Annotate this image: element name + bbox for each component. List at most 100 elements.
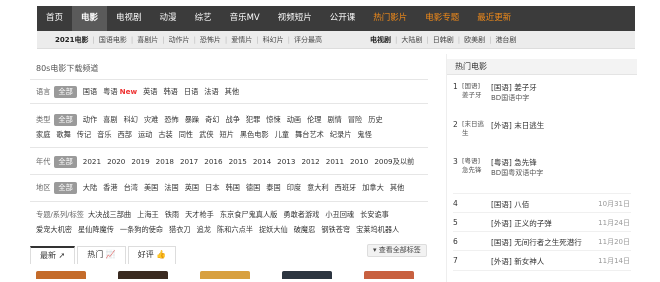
filter-option[interactable]: 灾难 bbox=[144, 115, 158, 125]
filter-option[interactable]: 法语 bbox=[204, 87, 218, 97]
filter-option[interactable]: 全部 bbox=[54, 181, 77, 194]
nav-tv[interactable]: 电视剧 bbox=[107, 6, 151, 31]
filter-option[interactable]: 国语 bbox=[83, 87, 97, 97]
filter-option[interactable]: 日语 bbox=[184, 87, 198, 97]
filter-option[interactable]: 意大利 bbox=[307, 183, 329, 193]
topic-link[interactable]: 东京食尸鬼真人版 bbox=[220, 210, 278, 220]
movie-title-link[interactable]: [外语] 末日逃生 bbox=[491, 120, 544, 131]
movie-title-link[interactable]: [国语] 八佰 bbox=[491, 199, 529, 210]
nav-topics[interactable]: 电影专题 bbox=[416, 6, 468, 31]
filter-option[interactable]: 法国 bbox=[164, 183, 178, 193]
filter-option[interactable]: 粤语 bbox=[103, 87, 117, 97]
topic-link[interactable]: 天才枪手 bbox=[185, 210, 214, 220]
filter-option[interactable]: 冒险 bbox=[348, 115, 362, 125]
movie-thumbnail[interactable]: [粤语]急先锋 bbox=[462, 157, 486, 177]
topic-link[interactable]: 追龙 bbox=[197, 225, 211, 235]
topic-link[interactable]: 铁雨 bbox=[165, 210, 179, 220]
nav-anime[interactable]: 动漫 bbox=[151, 6, 186, 31]
filter-option[interactable]: 2011 bbox=[326, 157, 344, 166]
topic-link[interactable]: 宝莱坞机器人 bbox=[356, 225, 399, 235]
topic-link[interactable]: 上海王 bbox=[137, 210, 159, 220]
nav-variety[interactable]: 综艺 bbox=[186, 6, 221, 31]
subnav-tv[interactable]: 电视剧 bbox=[366, 35, 395, 45]
filter-option[interactable]: 大陆 bbox=[83, 183, 97, 193]
subnav-horror[interactable]: 恐怖片 bbox=[196, 35, 225, 45]
tab-latest[interactable]: 最新 ➚ bbox=[30, 246, 76, 264]
topic-link[interactable]: 猎衣刀 bbox=[169, 225, 191, 235]
subnav-action[interactable]: 动作片 bbox=[165, 35, 194, 45]
filter-option[interactable]: 台湾 bbox=[124, 183, 138, 193]
filter-option[interactable]: 2010 bbox=[350, 157, 368, 166]
nav-home[interactable]: 首页 bbox=[37, 6, 72, 31]
filter-option[interactable]: 同性 bbox=[179, 130, 193, 140]
movie-poster[interactable] bbox=[118, 271, 168, 279]
filter-option[interactable]: 加拿大 bbox=[362, 183, 384, 193]
movie-poster[interactable] bbox=[282, 271, 332, 279]
tab-top-rated[interactable]: 好评 👍 bbox=[127, 246, 177, 264]
filter-option[interactable]: 音乐 bbox=[97, 130, 111, 140]
movie-thumbnail[interactable]: [国语]姜子牙 bbox=[462, 82, 486, 102]
filter-option[interactable]: 2021 bbox=[83, 157, 101, 166]
filter-option[interactable]: 黑色电影 bbox=[240, 130, 269, 140]
subnav-toprated[interactable]: 评分最高 bbox=[290, 35, 326, 45]
filter-option[interactable]: 喜剧 bbox=[103, 115, 117, 125]
filter-option[interactable]: 2016 bbox=[204, 157, 222, 166]
subnav-hktw[interactable]: 港台剧 bbox=[491, 35, 520, 45]
topic-link[interactable]: 小丑回魂 bbox=[325, 210, 354, 220]
movie-thumbnail[interactable]: [末日逃生 bbox=[462, 120, 486, 140]
filter-option[interactable]: 科幻 bbox=[124, 115, 138, 125]
nav-shorts[interactable]: 视频短片 bbox=[269, 6, 321, 31]
topic-link[interactable]: 长安诡事 bbox=[360, 210, 389, 220]
filter-option[interactable]: 英语 bbox=[143, 87, 157, 97]
filter-option[interactable]: 纪录片 bbox=[330, 130, 352, 140]
topic-link[interactable]: 一条狗的使命 bbox=[120, 225, 163, 235]
filter-option[interactable]: 鬼怪 bbox=[357, 130, 371, 140]
filter-option[interactable]: 战争 bbox=[226, 115, 240, 125]
filter-option[interactable]: 2019 bbox=[131, 157, 149, 166]
filter-option[interactable]: 西班牙 bbox=[335, 183, 357, 193]
filter-option[interactable]: 英国 bbox=[185, 183, 199, 193]
topic-link[interactable]: 陈和六点半 bbox=[217, 225, 253, 235]
filter-option[interactable]: 剧情 bbox=[327, 115, 341, 125]
topic-link[interactable]: 星仙降魔传 bbox=[78, 225, 114, 235]
movie-title-link[interactable]: [粤语] 急先锋 bbox=[491, 157, 537, 168]
filter-option[interactable]: 2015 bbox=[229, 157, 247, 166]
filter-option[interactable]: 动作 bbox=[83, 115, 97, 125]
filter-option[interactable]: 2009及以前 bbox=[374, 157, 414, 167]
filter-option[interactable]: 德国 bbox=[246, 183, 260, 193]
filter-option[interactable]: 奇幻 bbox=[205, 115, 219, 125]
filter-option[interactable]: 西部 bbox=[118, 130, 132, 140]
filter-option[interactable]: 日本 bbox=[205, 183, 219, 193]
filter-option[interactable]: 传记 bbox=[77, 130, 91, 140]
filter-option[interactable]: 恐怖 bbox=[164, 115, 178, 125]
subnav-mandarin[interactable]: 国语电影 bbox=[95, 35, 131, 45]
filter-option[interactable]: 泰国 bbox=[266, 183, 280, 193]
filter-option[interactable]: 其他 bbox=[390, 183, 404, 193]
nav-movie[interactable]: 电影 bbox=[72, 6, 108, 31]
movie-poster[interactable] bbox=[364, 271, 414, 279]
filter-option[interactable]: 古装 bbox=[158, 130, 172, 140]
subnav-mainland[interactable]: 大陆剧 bbox=[397, 35, 426, 45]
view-all-tags-button[interactable]: ▾ 查看全部标签 bbox=[367, 244, 427, 257]
movie-title-link[interactable]: [国语] 姜子牙 bbox=[491, 82, 537, 93]
filter-option[interactable]: 歌舞 bbox=[56, 130, 70, 140]
filter-option[interactable]: 短片 bbox=[220, 130, 234, 140]
filter-option[interactable]: 伦理 bbox=[307, 115, 321, 125]
nav-recent[interactable]: 最近更新 bbox=[468, 6, 520, 31]
topic-link[interactable]: 捉妖大仙 bbox=[259, 225, 288, 235]
topic-link[interactable]: 破魔忍 bbox=[294, 225, 316, 235]
filter-option[interactable]: 暴躁 bbox=[185, 115, 199, 125]
filter-option[interactable]: 2013 bbox=[277, 157, 295, 166]
subnav-scifi[interactable]: 科幻片 bbox=[259, 35, 288, 45]
filter-option[interactable]: 2014 bbox=[253, 157, 271, 166]
filter-option[interactable]: 韩国 bbox=[226, 183, 240, 193]
filter-option[interactable]: 香港 bbox=[103, 183, 117, 193]
nav-lectures[interactable]: 公开课 bbox=[321, 6, 365, 31]
subnav-comedy[interactable]: 喜剧片 bbox=[133, 35, 162, 45]
filter-option[interactable]: 2018 bbox=[156, 157, 174, 166]
movie-title-link[interactable]: [外语] 新女神人 bbox=[491, 256, 544, 267]
nav-music[interactable]: 音乐MV bbox=[221, 6, 269, 31]
filter-option[interactable]: 惊悚 bbox=[266, 115, 280, 125]
filter-option[interactable]: 历史 bbox=[368, 115, 382, 125]
filter-option[interactable]: 韩语 bbox=[163, 87, 177, 97]
